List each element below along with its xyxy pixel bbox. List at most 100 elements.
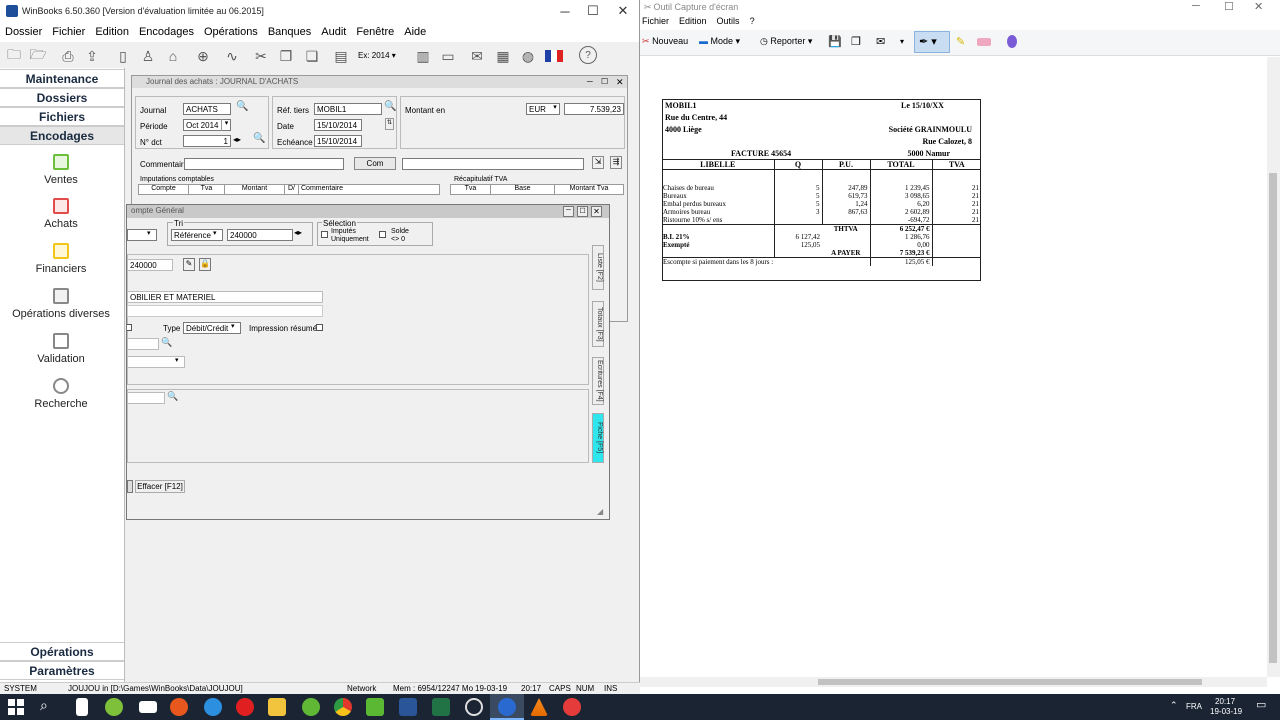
tab-ecritures[interactable]: Ecritures [F4]: [592, 357, 604, 405]
date-input[interactable]: 15/10/2014: [314, 119, 362, 131]
echeance-input[interactable]: 15/10/2014: [314, 135, 362, 147]
effacer-button[interactable]: Effacer [F12]: [135, 480, 185, 493]
date-spin-icon[interactable]: ⇅: [385, 118, 394, 130]
effacer-icon[interactable]: [127, 480, 133, 493]
winbooks-task-button[interactable]: [490, 694, 524, 720]
folder-icon[interactable]: 🗀: [4, 46, 24, 66]
periode-dropdown-icon[interactable]: ▾: [221, 119, 231, 131]
type-dropdown-icon[interactable]: ▾: [231, 322, 235, 330]
journal-maximize-button[interactable]: ☐: [601, 77, 608, 86]
excel-icon[interactable]: [432, 698, 450, 716]
forward-icon[interactable]: ⇶: [610, 156, 622, 169]
send-icon[interactable]: ✉: [876, 35, 885, 48]
montant-input[interactable]: 7.539,23: [564, 103, 624, 115]
nav-ventes[interactable]: Ventes: [0, 154, 122, 186]
commentaire2-input[interactable]: [402, 158, 584, 170]
compte-minimize-button[interactable]: ─: [563, 206, 574, 217]
impression-checkbox[interactable]: [316, 324, 323, 331]
menu-fichier[interactable]: Fichier: [47, 26, 90, 38]
tri-dropdown-icon[interactable]: ▾: [213, 229, 217, 237]
globe-icon[interactable]: ◍: [518, 46, 538, 66]
firefox-icon[interactable]: [170, 698, 188, 716]
close-button[interactable]: ✕: [608, 0, 638, 22]
reporter-button[interactable]: ◷ Reporter ▾: [760, 36, 812, 47]
recap-col-tva[interactable]: Tva: [451, 185, 491, 194]
col-tva[interactable]: Tva: [189, 185, 225, 194]
mail-icon[interactable]: [139, 701, 157, 713]
sidebar-maintenance[interactable]: Maintenance: [0, 69, 124, 88]
account-category-dropdown-icon[interactable]: ▾: [175, 356, 179, 364]
app-green-icon[interactable]: [105, 698, 123, 716]
solde-checkbox[interactable]: [379, 231, 386, 238]
sidebar-parametres[interactable]: Paramètres: [0, 661, 124, 680]
tab-totaux[interactable]: Totaux [F3]: [592, 301, 604, 347]
maximize-button[interactable]: ☐: [578, 0, 608, 22]
snip-task-icon[interactable]: [563, 698, 581, 716]
col-compte[interactable]: Compte: [139, 185, 189, 194]
save-icon[interactable]: 💾: [828, 35, 842, 48]
vscroll-thumb[interactable]: [1269, 173, 1277, 663]
lower-search-icon[interactable]: 🔍: [167, 391, 178, 402]
store-icon[interactable]: [366, 698, 384, 716]
print-icon[interactable]: ⎙: [58, 46, 78, 66]
account-name2-input[interactable]: [127, 305, 323, 317]
opera-icon[interactable]: [236, 698, 254, 716]
sidebar-operations[interactable]: Opérations: [0, 642, 124, 661]
help-icon[interactable]: ?: [579, 46, 597, 64]
paste-icon[interactable]: ❏: [302, 46, 322, 66]
copy-icon[interactable]: ❐: [851, 35, 861, 48]
imputes-checkbox[interactable]: [321, 231, 328, 238]
ref-tiers-search-icon[interactable]: 🔍: [384, 101, 396, 112]
sidebar-fichiers[interactable]: Fichiers: [0, 107, 124, 126]
tri-arrows-icon[interactable]: ◂▸: [294, 228, 302, 237]
compte-close-button[interactable]: ✕: [591, 206, 602, 217]
menu-audit[interactable]: Audit: [316, 26, 351, 38]
account-number-input[interactable]: 240000: [127, 259, 173, 271]
nouveau-button[interactable]: ✂ Nouveau: [642, 36, 688, 47]
ndct-input[interactable]: 1: [183, 135, 231, 147]
paint-icon[interactable]: [1007, 35, 1017, 48]
attach-icon[interactable]: ⇲: [592, 156, 604, 169]
resize-grip-icon[interactable]: ◢: [597, 507, 603, 516]
network-icon[interactable]: ⊕: [193, 46, 213, 66]
snip-hscroll[interactable]: [640, 677, 1267, 687]
tab-liste[interactable]: Liste [F2]: [592, 245, 604, 290]
mode-button[interactable]: ▬ Mode ▾: [699, 36, 740, 47]
send-dropdown-icon[interactable]: ▾: [900, 37, 904, 46]
taskbar-time[interactable]: 20:17: [1215, 697, 1235, 706]
account-lock-icon[interactable]: 🔒: [199, 258, 211, 271]
journal-search-icon[interactable]: 🔍: [236, 101, 248, 112]
snip-menu-outils[interactable]: Outils: [717, 16, 740, 30]
scissors-icon[interactable]: ✂: [251, 46, 271, 66]
compte-filter-dropdown-icon[interactable]: ▾: [147, 229, 151, 237]
account-flag-checkbox[interactable]: [127, 324, 132, 331]
ndct-arrows-icon[interactable]: ◂▸: [233, 135, 241, 144]
page-icon[interactable]: ▯: [113, 46, 133, 66]
commentaire-input[interactable]: [184, 158, 344, 170]
account-lookup-input[interactable]: [127, 338, 159, 350]
eraser-icon[interactable]: [977, 38, 991, 46]
flag-icon[interactable]: [545, 50, 563, 62]
menu-aide[interactable]: Aide: [399, 26, 431, 38]
file-icon[interactable]: [76, 698, 88, 716]
ref-tiers-input[interactable]: MOBIL1: [314, 103, 382, 115]
pen-button[interactable]: ✒ ▾: [914, 31, 950, 53]
menu-fenetre[interactable]: Fenêtre: [351, 26, 399, 38]
chrome-icon[interactable]: [334, 698, 352, 716]
snip-vscroll[interactable]: [1267, 57, 1280, 677]
monitor-icon[interactable]: ▭: [438, 46, 458, 66]
start-icon[interactable]: [8, 699, 24, 715]
col-montant[interactable]: Montant: [225, 185, 285, 194]
currency-dropdown-icon[interactable]: ▾: [550, 103, 560, 115]
taskbar-lang[interactable]: FRA: [1186, 702, 1202, 711]
snip-menu-fichier[interactable]: Fichier: [642, 16, 669, 30]
journal-minimize-button[interactable]: ─: [587, 77, 593, 86]
account-edit-icon[interactable]: ✎: [183, 258, 195, 271]
snip-maximize-button[interactable]: ☐: [1224, 0, 1234, 13]
tag-icon[interactable]: ⌂: [163, 46, 183, 66]
ndct-search-icon[interactable]: 🔍: [253, 133, 265, 144]
journal-input[interactable]: ACHATS: [183, 103, 231, 115]
recap-col-base[interactable]: Base: [491, 185, 555, 194]
document-icon[interactable]: ▤: [331, 46, 351, 66]
menu-operations[interactable]: Opérations: [199, 26, 263, 38]
